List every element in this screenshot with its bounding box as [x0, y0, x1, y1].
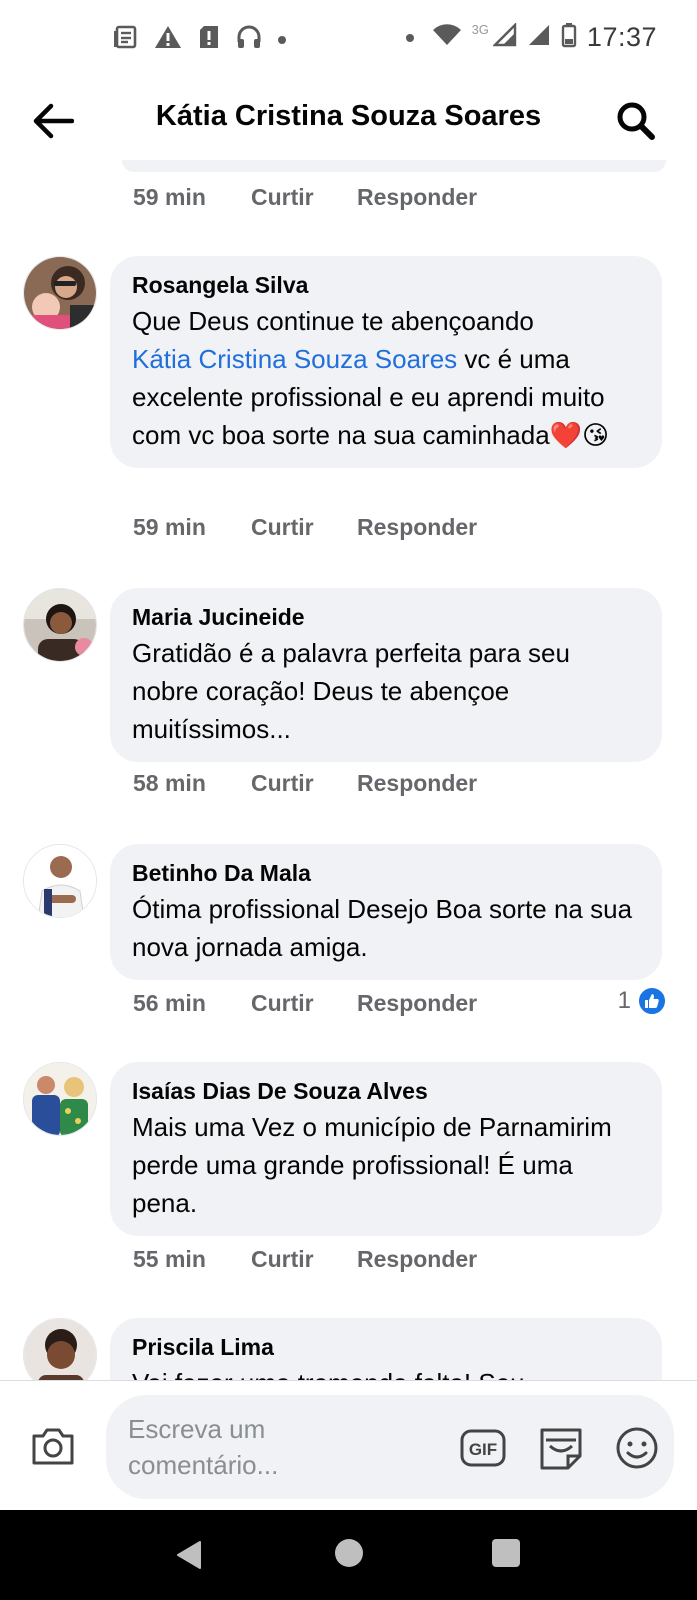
like-button[interactable]: Curtir	[251, 514, 357, 541]
reply-button[interactable]: Responder	[357, 1246, 477, 1273]
reply-button[interactable]: Responder	[357, 770, 477, 797]
reply-button[interactable]: Responder	[357, 514, 477, 541]
comment-author[interactable]: Rosangela Silva	[132, 270, 640, 300]
comment-input-placeholder: Escreva um comentário...	[128, 1414, 279, 1480]
comment-author[interactable]: Priscila Lima	[132, 1332, 640, 1362]
like-button[interactable]: Curtir	[251, 990, 357, 1017]
back-button[interactable]	[28, 96, 78, 146]
warning-icon	[154, 24, 182, 55]
comment-time: 55 min	[133, 1246, 206, 1272]
camera-icon	[32, 1428, 74, 1465]
news-icon	[112, 24, 138, 55]
system-navigation-bar	[0, 1510, 697, 1600]
comment-bubble: Rosangela Silva Que Deus continue te abe…	[110, 256, 662, 468]
gif-label: GIF	[469, 1440, 497, 1459]
comment-time: 59 min	[133, 184, 206, 210]
like-button[interactable]: Curtir	[251, 770, 357, 797]
sticker-button[interactable]	[538, 1423, 584, 1473]
comments-feed[interactable]: 59 min Curtir Responder Rosangela Silva …	[0, 160, 697, 1380]
comment-text-part: Que Deus continue te abençoando	[132, 306, 534, 336]
sticker-icon	[540, 1428, 582, 1470]
avatar[interactable]	[23, 588, 97, 662]
dot-icon	[405, 33, 414, 42]
search-icon	[617, 102, 655, 140]
previous-comment-bubble	[122, 160, 666, 172]
reply-button[interactable]: Responder	[357, 184, 477, 211]
comment-actions: 56 min Curtir Responder	[133, 990, 477, 1017]
comment-bubble: Isaías Dias De Souza Alves Mais uma Vez …	[110, 1062, 662, 1236]
battery-icon	[561, 22, 577, 53]
thumbs-up-icon	[637, 986, 667, 1016]
comment-author[interactable]: Maria Jucineide	[132, 602, 640, 632]
comment-text: Gratidão é a palavra perfeita para seu n…	[132, 638, 570, 744]
top-bar: Kátia Cristina Souza Soares	[0, 80, 697, 160]
search-button[interactable]	[611, 96, 661, 146]
comment-bubble: Maria Jucineide Gratidão é a palavra per…	[110, 588, 662, 762]
comment-actions: 59 min Curtir Responder	[133, 184, 477, 211]
comment-author[interactable]: Betinho Da Mala	[132, 858, 640, 888]
comment-actions: 55 min Curtir Responder	[133, 1246, 477, 1273]
signal-icon	[527, 23, 551, 52]
wifi-icon	[432, 23, 462, 52]
status-system: 3G 17:37	[405, 22, 657, 53]
comment-input[interactable]: Escreva um comentário... GIF	[106, 1395, 674, 1499]
comment-bubble: Priscila Lima Vai fazer uma tremenda fal…	[110, 1318, 662, 1380]
comment-text: Mais uma Vez o município de Parnamirim p…	[132, 1112, 612, 1218]
emoji-text: ❤️😘	[549, 420, 610, 450]
page-title: Kátia Cristina Souza Soares	[155, 100, 542, 132]
dot-icon	[278, 35, 286, 44]
comment-author[interactable]: Isaías Dias De Souza Alves	[132, 1076, 640, 1106]
nav-recents-button[interactable]	[492, 1539, 520, 1567]
status-bar: 3G 17:37	[0, 0, 697, 80]
gif-button[interactable]: GIF	[460, 1425, 506, 1471]
comment-time: 58 min	[133, 770, 206, 796]
reaction-count: 1	[617, 987, 631, 1014]
comment-actions: 59 min Curtir Responder	[133, 514, 477, 541]
nav-home-button[interactable]	[335, 1539, 363, 1567]
status-notifications	[112, 24, 286, 55]
emoji-icon	[616, 1427, 658, 1469]
like-button[interactable]: Curtir	[251, 1246, 357, 1273]
avatar[interactable]	[23, 844, 97, 918]
avatar[interactable]	[23, 256, 97, 330]
triangle-back-icon	[177, 1541, 201, 1569]
comment-time: 56 min	[133, 990, 206, 1016]
reply-button[interactable]: Responder	[357, 990, 477, 1017]
comment-text: Ótima profissional Desejo Boa sorte na s…	[132, 894, 633, 962]
clock: 17:37	[586, 22, 657, 52]
network-type: 3G	[471, 22, 489, 37]
like-button[interactable]: Curtir	[251, 184, 357, 211]
reaction-summary[interactable]: 1	[618, 986, 667, 1016]
comment-actions: 58 min Curtir Responder	[133, 770, 477, 797]
camera-button[interactable]	[28, 1421, 78, 1471]
signal-icon	[492, 22, 517, 52]
comment-bubble: Betinho Da Mala Ótima profissional Desej…	[110, 844, 662, 980]
mention-link[interactable]: Kátia Cristina Souza Soares	[132, 344, 457, 374]
emoji-button[interactable]	[614, 1425, 660, 1471]
comment-composer: Escreva um comentário... GIF	[0, 1380, 697, 1508]
comment-text: Que Deus continue te abençoando Kátia Cri…	[132, 302, 640, 454]
alert-icon	[198, 24, 220, 55]
avatar[interactable]	[23, 1062, 97, 1136]
arrow-left-icon	[33, 103, 74, 139]
nav-back-button[interactable]	[174, 1540, 204, 1575]
headset-icon	[236, 24, 262, 55]
comment-time: 59 min	[133, 514, 206, 540]
comment-text: Vai fazer uma tremenda falta! Seu	[132, 1364, 640, 1380]
avatar[interactable]	[23, 1318, 97, 1380]
